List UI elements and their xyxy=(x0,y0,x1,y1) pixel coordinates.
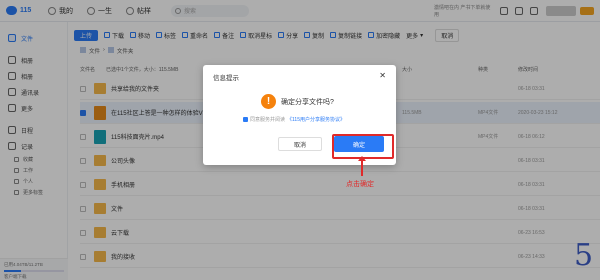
dialog-title: 信息提示 xyxy=(213,75,239,82)
agreement-link[interactable]: 《115用户分享服务协议》 xyxy=(287,116,345,123)
step-number: 5 xyxy=(574,238,594,273)
annotation-label: 点击确定 xyxy=(346,181,374,188)
warning-icon: ! xyxy=(261,94,276,109)
cancel-button[interactable]: 取消 xyxy=(278,137,322,151)
arrow-up-icon xyxy=(358,156,366,176)
dialog-question: 确定分享文件吗? xyxy=(281,99,334,106)
close-icon[interactable]: ✕ xyxy=(379,71,386,80)
agreement-row: 同意服务并阅读 《115用户分享服务协议》 xyxy=(243,116,345,123)
agreement-checkbox[interactable] xyxy=(243,117,248,122)
